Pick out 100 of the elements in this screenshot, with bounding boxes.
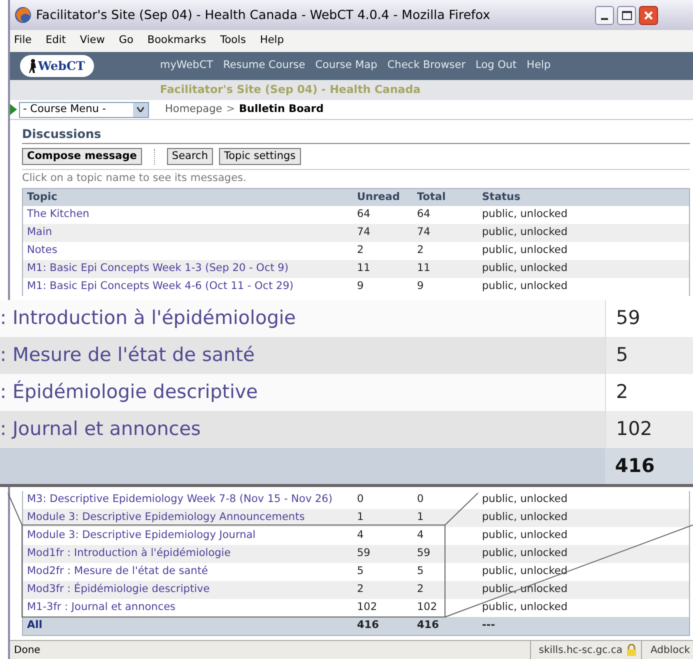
status-host: skills.hc-sc.gc.ca [530, 641, 642, 659]
toolbar-button[interactable]: Topic settings [218, 148, 301, 165]
status-cell-text: public, unlocked [481, 600, 569, 616]
nav-link[interactable]: Help [526, 58, 551, 74]
status-cell-text: public, unlocked [481, 546, 569, 562]
total-cell-text: 74 [416, 225, 432, 240]
unread-cell-text: 1 [356, 510, 365, 526]
status-addon[interactable]: Adblock [641, 641, 690, 659]
nav-link[interactable]: Resume Course [223, 58, 306, 74]
toolbar-button[interactable]: Compose message [22, 148, 142, 165]
status-cell-text: public, unlocked [481, 564, 569, 580]
total-cell-text: 9 [416, 279, 425, 294]
topic-link[interactable]: Mod3fr : Épidémiologie descriptive [23, 582, 353, 598]
status-cell-text: public, unlocked [481, 225, 569, 240]
lock-icon [626, 644, 638, 656]
status-cell-text: public, unlocked [481, 207, 569, 222]
topic-link[interactable]: Notes [23, 243, 353, 259]
menu-item[interactable]: Go [118, 33, 134, 49]
unread-cell-text: 64 [356, 207, 372, 222]
webct-logo[interactable]: WebCT [20, 55, 94, 77]
status-cell-text: --- [481, 618, 496, 634]
magnified-count: 2 [605, 374, 693, 411]
total-cell-text: 416 [416, 618, 440, 634]
maximize-button[interactable] [617, 6, 636, 24]
menu-item[interactable]: Edit [46, 33, 66, 49]
nav-link[interactable]: Check Browser [387, 58, 466, 74]
menu-item[interactable]: View [80, 33, 105, 49]
nav-link[interactable]: myWebCT [160, 58, 214, 74]
play-icon [10, 104, 17, 115]
total-cell-text: 4 [416, 528, 425, 544]
unread-cell-text: 0 [356, 492, 365, 508]
topic-link[interactable]: Mod2fr : Mesure de l'état de santé [23, 564, 353, 580]
figure-icon [28, 59, 37, 73]
status-cell-text: public, unlocked [481, 261, 569, 276]
unread-cell-text: 9 [356, 279, 365, 294]
unread-cell-text: 5 [356, 564, 365, 580]
magnified-topic: : Journal et annonces [0, 417, 202, 442]
unread-cell-text: 74 [356, 225, 372, 240]
status-cell-text: public, unlocked [481, 582, 569, 598]
toolbar-button[interactable]: Search [166, 148, 213, 165]
magnified-topic: : Introduction à l'épidémiologie [0, 306, 297, 332]
topic-link[interactable]: Mod1fr : Introduction à l'épidémiologie [23, 546, 353, 562]
breadcrumb-item[interactable]: Bulletin Board [239, 102, 324, 118]
topic-link[interactable]: M1-3fr : Journal et annonces [23, 600, 353, 616]
site-title: Facilitator's Site (Sep 04) - Health Canada [160, 82, 421, 98]
magnified-count: 5 [605, 337, 693, 374]
topic-link[interactable]: Main [23, 225, 353, 241]
menu-item[interactable]: Help [260, 33, 284, 49]
unread-cell-text: 2 [356, 582, 365, 598]
total-cell-text: 64 [416, 207, 432, 222]
menu-item[interactable]: Tools [220, 33, 246, 49]
unread-cell-text: 4 [356, 528, 365, 544]
leader-line [8, 492, 22, 526]
browser-logo-icon [14, 6, 32, 24]
topic-link[interactable]: All [23, 618, 353, 634]
topic-link[interactable]: M1: Basic Epi Concepts Week 1-3 (Sep 20 - Oct 9) [23, 261, 353, 277]
breadcrumb-separator: > [226, 102, 236, 117]
section-heading: Discussions [22, 126, 102, 142]
total-cell-text: 11 [416, 261, 432, 276]
close-icon [644, 10, 653, 20]
total-cell-text: 59 [416, 546, 432, 562]
total-cell-text: 0 [416, 492, 425, 508]
nav-link[interactable]: Course Map [315, 58, 378, 74]
menu-item[interactable]: File [14, 33, 32, 49]
column-header: Unread [356, 190, 401, 205]
minimize-button[interactable] [595, 6, 614, 24]
magnified-count: 102 [605, 411, 693, 448]
topic-link[interactable]: Module 3: Descriptive Epidemiology Journal [23, 528, 353, 544]
status-cell-text: public, unlocked [481, 492, 569, 508]
status-cell-text: public, unlocked [481, 528, 569, 544]
status-cell-text: public, unlocked [481, 279, 569, 294]
total-cell-text: 1 [416, 510, 425, 526]
topic-link[interactable]: M3: Descriptive Epidemiology Week 7-8 (Nov 15 - Nov 26) [23, 492, 353, 508]
magnified-total: 416 [605, 448, 693, 484]
total-cell-text: 2 [416, 243, 425, 258]
dropdown-icon [137, 107, 144, 112]
close-button[interactable] [639, 6, 658, 24]
total-cell-text: 5 [416, 564, 425, 580]
status-text: Done [13, 644, 40, 658]
magnified-topic: : Mesure de l'état de santé [0, 343, 256, 368]
hint-text: Click on a topic name to see its messages. [22, 171, 248, 186]
window-title: Facilitator's Site (Sep 04) - Health Canada - WebCT 4.0.4 - Mozilla Firefox [36, 6, 490, 24]
unread-cell-text: 59 [356, 546, 372, 562]
breadcrumb-item[interactable]: Homepage [165, 102, 222, 118]
magnified-topic: : Épidémiologie descriptive [0, 379, 259, 406]
topic-link[interactable]: M1: Basic Epi Concepts Week 4-6 (Oct 11 - Oct 29) [23, 279, 353, 295]
total-cell-text: 2 [416, 582, 425, 598]
unread-cell-text: 102 [356, 600, 378, 616]
topic-link[interactable]: The Kitchen [23, 207, 353, 223]
column-header: Status [481, 190, 522, 205]
menu-item[interactable]: Bookmarks [147, 33, 206, 49]
status-cell-text: public, unlocked [481, 510, 569, 526]
column-header: Total [416, 190, 447, 205]
course-menu-select[interactable]: - Course Menu - [19, 102, 149, 118]
unread-cell-text: 11 [356, 261, 372, 276]
nav-link[interactable]: Log Out [476, 58, 517, 74]
topic-link[interactable]: Module 3: Descriptive Epidemiology Announcements [23, 510, 353, 526]
magnified-count: 59 [605, 300, 693, 337]
unread-cell-text: 2 [356, 243, 365, 258]
total-cell-text: 102 [416, 600, 438, 616]
